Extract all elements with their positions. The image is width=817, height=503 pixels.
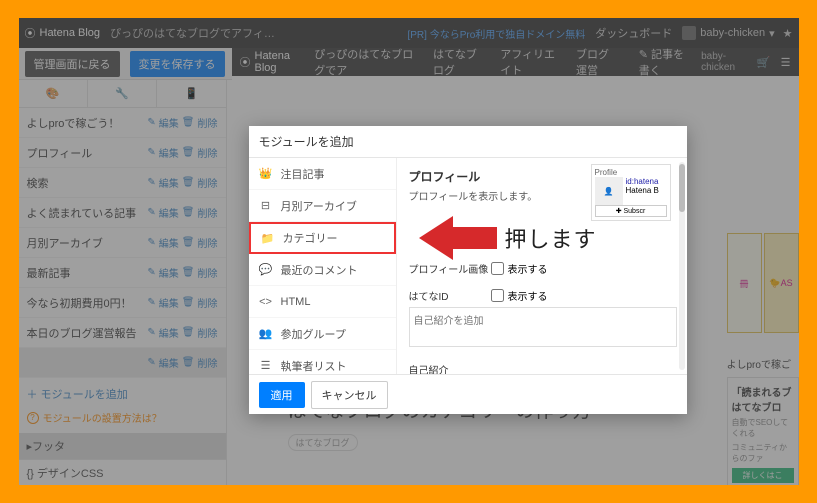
module-recent-comments[interactable]: 💬最近のコメント (249, 254, 396, 286)
show-id-checkbox[interactable]: 表示する (491, 288, 548, 303)
module-config-panel: プロフィール プロフィールを表示します。 Profile 👤 id:hatena… (397, 158, 687, 374)
archive-icon: ⊟ (259, 199, 273, 212)
module-type-list[interactable]: 👑注目記事 ⊟月別アーカイブ 📁カテゴリー 💬最近のコメント <>HTML 👥参… (249, 158, 397, 374)
module-authors[interactable]: ☰執筆者リスト (249, 350, 396, 374)
group-icon: 👥 (259, 327, 273, 340)
module-category[interactable]: 📁カテゴリー (249, 222, 396, 254)
add-module-modal: モジュールを追加 👑注目記事 ⊟月別アーカイブ 📁カテゴリー 💬最近のコメント … (249, 126, 687, 414)
profile-image-placeholder: 👤 (595, 177, 623, 205)
module-featured[interactable]: 👑注目記事 (249, 158, 396, 190)
module-monthly-archive[interactable]: ⊟月別アーカイブ (249, 190, 396, 222)
scrollbar[interactable] (679, 162, 685, 370)
field-bio-label: 自己紹介 (409, 362, 491, 374)
module-html[interactable]: <>HTML (249, 286, 396, 318)
profile-preview-card: Profile 👤 id:hatena Hatena B ✚ Subscr (591, 164, 671, 221)
crown-icon: 👑 (259, 167, 273, 180)
modal-footer: 適用 キャンセル (249, 374, 687, 414)
show-image-checkbox[interactable]: 表示する (491, 261, 548, 276)
code-icon: <> (259, 296, 273, 308)
module-groups[interactable]: 👥参加グループ (249, 318, 396, 350)
modal-title: モジュールを追加 (249, 126, 687, 158)
comment-icon: 💬 (259, 263, 273, 276)
field-hatenaid-label: はてなID (409, 288, 491, 303)
apply-button[interactable]: 適用 (259, 382, 305, 408)
field-profile-image-label: プロフィール画像 (409, 261, 491, 276)
app-viewport: ⦿ Hatena Blog ぴっぴのはてなブログでアフィ… [PR] 今ならPr… (19, 18, 799, 485)
cancel-button[interactable]: キャンセル (311, 381, 388, 409)
subscribe-button[interactable]: ✚ Subscr (595, 205, 667, 217)
scrollbar-thumb[interactable] (679, 164, 685, 212)
list-icon: ☰ (259, 359, 273, 372)
bio-textarea[interactable] (409, 307, 677, 347)
folder-icon: 📁 (261, 232, 275, 245)
